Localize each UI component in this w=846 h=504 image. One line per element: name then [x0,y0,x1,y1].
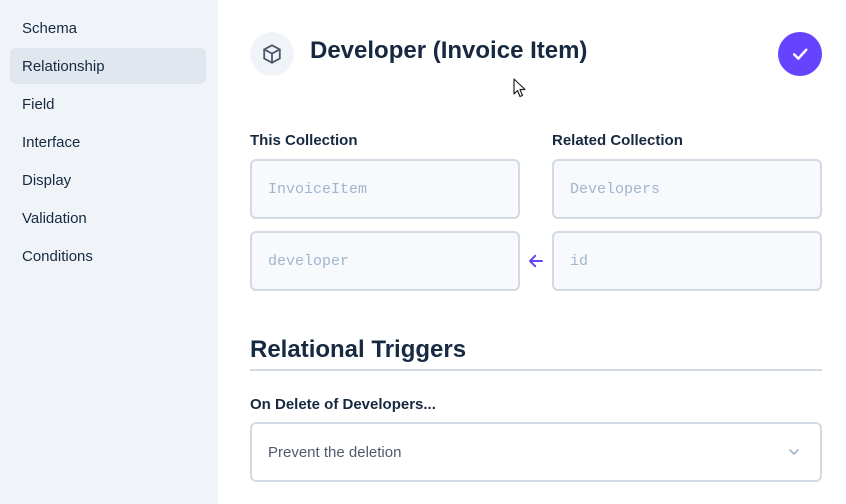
this-collection-value: InvoiceItem [268,180,368,198]
on-delete-value: Prevent the deletion [268,443,402,461]
sidebar-item-field[interactable]: Field [10,86,206,122]
sidebar-item-relationship[interactable]: Relationship [10,48,206,84]
sidebar-item-label: Display [22,171,72,189]
related-collection-value: Developers [570,180,661,198]
arrow-left-icon [526,251,546,271]
sidebar-item-label: Relationship [22,57,105,75]
chevron-down-icon [789,449,799,455]
page-title: Developer (Invoice Item) [310,37,588,64]
sidebar-item-label: Conditions [22,247,93,265]
this-field-input[interactable]: developer [250,231,520,291]
section-title: Relational Triggers [250,336,467,363]
check-icon [792,48,808,60]
mouse-cursor-icon [513,78,526,98]
related-collection-field[interactable]: Developers [552,159,822,219]
this-collection-label: This Collection [250,132,358,149]
sidebar-item-label: Field [22,95,55,113]
on-delete-label: On Delete of Developers... [250,396,436,413]
sidebar-item-label: Validation [22,209,87,227]
on-delete-select[interactable]: Prevent the deletion [250,422,822,482]
sidebar: Schema Relationship Field Interface Disp… [0,0,218,504]
sidebar-item-display[interactable]: Display [10,162,206,198]
sidebar-item-conditions[interactable]: Conditions [10,238,206,274]
this-collection-field[interactable]: InvoiceItem [250,159,520,219]
save-button[interactable] [778,32,822,76]
this-field-value: developer [268,252,350,270]
sidebar-item-schema[interactable]: Schema [10,10,206,46]
related-collection-label: Related Collection [552,132,683,149]
sidebar-item-label: Schema [22,19,78,37]
sidebar-item-validation[interactable]: Validation [10,200,206,236]
main-content: Developer (Invoice Item) This Collection… [218,0,846,504]
sidebar-item-label: Interface [22,133,81,151]
divider [250,369,822,371]
cube-icon [250,32,294,76]
sidebar-item-interface[interactable]: Interface [10,124,206,160]
related-field-input[interactable]: id [552,231,822,291]
related-field-value: id [570,252,589,270]
